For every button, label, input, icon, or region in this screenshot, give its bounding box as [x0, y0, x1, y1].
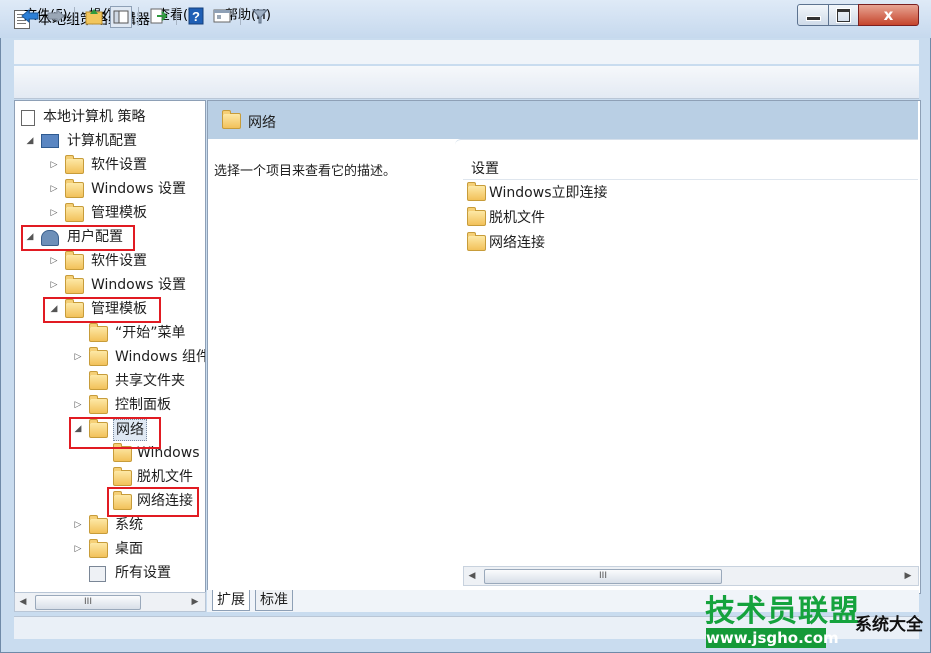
tree-label: 所有设置 [115, 565, 171, 581]
folder-icon [65, 179, 84, 198]
computer-icon [41, 134, 59, 148]
folder-icon [89, 347, 108, 366]
properties-icon[interactable] [212, 6, 232, 26]
expand-arrow-icon[interactable]: ▷ [49, 179, 59, 199]
highlight-network [69, 417, 161, 449]
tab-extended[interactable]: 扩展 [212, 590, 250, 611]
scroll-thumb[interactable]: III [35, 595, 141, 610]
watermark-url: www.jsgho.com [706, 628, 839, 648]
column-header-settings[interactable]: 设置 [471, 158, 499, 178]
column-header[interactable] [463, 155, 918, 180]
tree-label: 本地计算机 策略 [43, 109, 146, 125]
collapse-arrow-icon[interactable]: ◢ [25, 131, 35, 151]
scroll-left-icon[interactable]: ◀ [464, 567, 480, 585]
folder-icon [65, 275, 84, 294]
folder-icon [467, 207, 486, 226]
folder-icon [113, 467, 132, 486]
maximize-button[interactable] [828, 4, 859, 26]
help-icon[interactable]: ? [186, 6, 206, 26]
tree-label: 桌面 [115, 541, 143, 557]
details-title: 网络 [248, 115, 276, 131]
tab-standard[interactable]: 标准 [255, 590, 293, 611]
toolbar-separator [240, 7, 241, 25]
scroll-right-icon[interactable]: ▶ [187, 593, 203, 611]
expand-arrow-icon[interactable]: ▷ [73, 515, 83, 535]
close-icon: x [883, 6, 894, 24]
tree-label: Windows 设置 [91, 181, 186, 197]
description-text: 选择一个项目来查看它的描述。 [214, 164, 397, 179]
expand-arrow-icon[interactable]: ▷ [73, 539, 83, 559]
tree-label: 管理模板 [91, 205, 147, 221]
svg-text:?: ? [192, 9, 200, 24]
folder-icon [89, 323, 108, 342]
tree-label: 软件设置 [91, 157, 147, 173]
watermark-logo-text: 技术员联盟 [705, 594, 860, 629]
scroll-thumb[interactable]: III [484, 569, 722, 584]
scroll-right-icon[interactable]: ▶ [900, 567, 916, 585]
folder-icon [89, 395, 108, 414]
list-item-label: 网络连接 [489, 235, 545, 251]
menu-bar [14, 40, 919, 64]
tree-label: 软件设置 [91, 253, 147, 269]
tree-label: “开始”菜单 [115, 325, 186, 341]
folder-icon [467, 182, 486, 201]
expand-arrow-icon[interactable]: ▷ [73, 395, 83, 415]
folder-icon [89, 371, 108, 390]
close-button[interactable]: x [858, 4, 919, 26]
tree-label: 脱机文件 [137, 469, 193, 485]
minimize-button[interactable] [797, 4, 829, 26]
forward-arrow-icon[interactable] [46, 6, 66, 26]
folder-icon [467, 232, 486, 251]
list-item-label: 脱机文件 [489, 210, 545, 226]
folder-icon [65, 155, 84, 174]
maximize-icon [837, 9, 850, 22]
all-settings-icon [89, 566, 106, 582]
toolbar [14, 66, 919, 99]
tree-label: 系统 [115, 517, 143, 533]
folder-icon [65, 203, 84, 222]
folder-icon [89, 539, 108, 558]
tree-label: Windows 设置 [91, 277, 186, 293]
details-horizontal-scrollbar[interactable]: ◀ III ▶ [463, 566, 919, 586]
tree-label: 控制面板 [115, 397, 171, 413]
console-tree-pane[interactable]: 本地计算机 策略 ◢ 计算机配置 ▷ 软件设置 ▷ Windows 设置 ▷ 管… [14, 100, 206, 594]
highlight-user-config [21, 225, 135, 251]
toolbar-separator [74, 7, 75, 25]
filter-icon[interactable] [250, 6, 270, 26]
export-list-icon[interactable] [148, 6, 168, 26]
toolbar-separator [176, 7, 177, 25]
expand-arrow-icon[interactable]: ▷ [49, 203, 59, 223]
tree-label: 共享文件夹 [115, 373, 185, 389]
highlight-admin-templates [43, 297, 161, 323]
tree-label: 计算机配置 [67, 133, 137, 149]
expand-arrow-icon[interactable]: ▷ [49, 275, 59, 295]
up-folder-icon[interactable] [84, 6, 104, 26]
scroll-left-icon[interactable]: ◀ [15, 593, 31, 611]
list-item-label: Windows立即连接 [489, 185, 608, 201]
expand-arrow-icon[interactable]: ▷ [49, 251, 59, 271]
tree-horizontal-scrollbar[interactable]: ◀ III ▶ [14, 592, 206, 612]
folder-icon [89, 515, 108, 534]
details-header-band [208, 101, 918, 139]
tree-label: Windows 组件 [115, 349, 206, 365]
expand-arrow-icon[interactable]: ▷ [49, 155, 59, 175]
minimize-icon [806, 16, 821, 21]
folder-icon [65, 251, 84, 270]
folder-icon [222, 110, 241, 129]
highlight-network-connections [107, 487, 199, 517]
back-arrow-icon[interactable] [20, 6, 40, 26]
expand-arrow-icon[interactable]: ▷ [73, 347, 83, 367]
policy-document-icon [21, 110, 35, 126]
watermark-side-text: 系统大全 [855, 615, 923, 635]
toolbar-separator [138, 7, 139, 25]
show-hide-tree-icon[interactable] [110, 6, 132, 28]
